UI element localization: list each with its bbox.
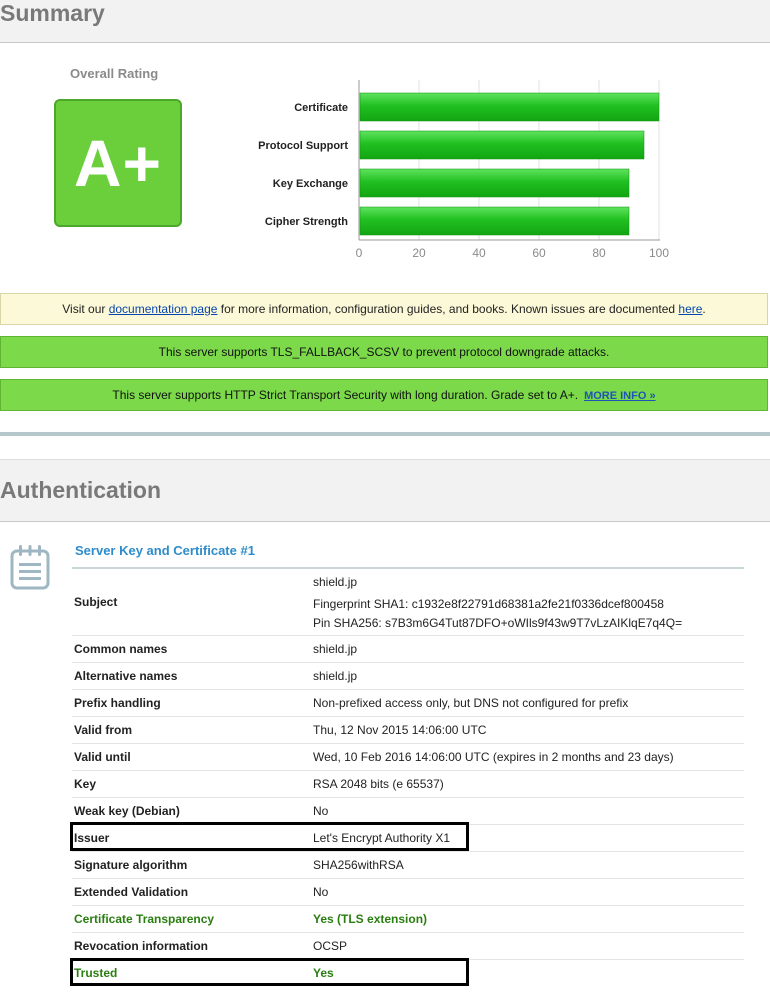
cert-row-label: Revocation information — [74, 939, 209, 953]
cert-row-label: Weak key (Debian) — [74, 804, 180, 818]
grade-badge: A+ — [54, 99, 182, 227]
cert-row: Signature algorithm SHA256withRSA — [72, 851, 744, 879]
cert-row-value: No — [313, 804, 329, 818]
cert-card-title: Server Key and Certificate #1 — [75, 543, 255, 558]
summary-title: Summary — [0, 0, 105, 26]
subject-pin: Pin SHA256: s7B3m6G4Tut87DFO+oWIls9f43w9… — [313, 616, 683, 630]
cert-row-label: Alternative names — [74, 669, 178, 683]
chart-tick-label: 100 — [649, 246, 669, 260]
subject-label: Subject — [74, 595, 118, 609]
chart-bar — [359, 168, 630, 198]
hsts-banner: This server supports HTTP Strict Transpo… — [0, 379, 768, 411]
documentation-banner: Visit our documentation page for more in… — [0, 293, 768, 325]
hsts-text: This server supports HTTP Strict Transpo… — [112, 388, 579, 402]
cert-row-value: No — [313, 885, 329, 899]
fallback-scsv-text: This server supports TLS_FALLBACK_SCSV t… — [158, 345, 610, 359]
trusted-highlight-box — [70, 958, 469, 986]
docs-text-mid: for more information, configuration guid… — [217, 302, 679, 316]
overall-rating-label: Overall Rating — [70, 66, 159, 81]
section-divider — [0, 432, 770, 436]
cert-row-label: Valid from — [74, 723, 133, 737]
cert-row-label: Common names — [74, 642, 168, 656]
chart-bar — [359, 206, 630, 236]
cert-row-label: Certificate Transparency — [74, 912, 215, 926]
cert-row-value: shield.jp — [313, 669, 358, 683]
cert-row-label: Valid until — [74, 750, 131, 764]
chart-tick-label: 20 — [412, 246, 426, 260]
authentication-header: Authentication — [0, 459, 770, 522]
cert-row: Weak key (Debian) No — [72, 797, 744, 825]
chart-tick-label: 0 — [356, 246, 363, 260]
subject-fingerprint: Fingerprint SHA1: c1932e8f22791d68381a2f… — [313, 597, 664, 611]
chart-category-label: Cipher Strength — [265, 216, 348, 228]
cert-row-value: Thu, 12 Nov 2015 14:06:00 UTC — [313, 723, 487, 737]
chart-category-label: Key Exchange — [273, 178, 348, 190]
summary-header: Summary — [0, 0, 770, 43]
chart-tick-label: 60 — [532, 246, 546, 260]
subject-value: shield.jp — [313, 575, 358, 589]
cert-row-value: Non-prefixed access only, but DNS not co… — [313, 696, 629, 710]
chart-tick-label: 80 — [592, 246, 606, 260]
chart-bar — [359, 92, 660, 122]
cert-row-subject: Subject shield.jp Fingerprint SHA1: c193… — [72, 569, 744, 636]
cert-row: Certificate Transparency Yes (TLS extensi… — [72, 905, 744, 933]
cert-row-value: OCSP — [313, 939, 348, 953]
cert-row: Revocation information OCSP — [72, 932, 744, 960]
cert-row-value: Yes (TLS extension) — [313, 912, 428, 926]
docs-text-pre: Visit our — [62, 302, 109, 316]
cert-row-label: Key — [74, 777, 97, 791]
chart-bar — [359, 130, 645, 160]
chart-category-label: Protocol Support — [258, 140, 348, 152]
chart-tick-label: 40 — [472, 246, 486, 260]
cert-row: Key RSA 2048 bits (e 65537) — [72, 770, 744, 798]
cert-row: Prefix handling Non-prefixed access only,… — [72, 689, 744, 717]
fallback-scsv-banner: This server supports TLS_FALLBACK_SCSV t… — [0, 336, 768, 368]
cert-row: Valid from Thu, 12 Nov 2015 14:06:00 UTC — [72, 716, 744, 744]
cert-row: Common names shield.jp — [72, 635, 744, 663]
rating-bar-chart: 0 20 40 60 80 100 Certificate Protocol Support K… — [258, 80, 669, 260]
hsts-more-info-link[interactable]: MORE INFO » — [584, 390, 656, 402]
authentication-title: Authentication — [0, 477, 161, 503]
cert-row-value: RSA 2048 bits (e 65537) — [313, 777, 444, 791]
certificate-icon — [10, 544, 50, 590]
documentation-page-link[interactable]: documentation page — [109, 302, 218, 316]
cert-row-label: Extended Validation — [74, 885, 189, 899]
cert-row-label: Signature algorithm — [74, 858, 188, 872]
known-issues-link[interactable]: here — [678, 302, 702, 316]
cert-row-value: shield.jp — [313, 642, 358, 656]
cert-row-value: Wed, 10 Feb 2016 14:06:00 UTC (expires i… — [313, 750, 674, 764]
issuer-highlight-box — [70, 822, 469, 851]
cert-row-value: SHA256withRSA — [313, 858, 404, 872]
cert-row-label: Prefix handling — [74, 696, 161, 710]
chart-category-label: Certificate — [294, 102, 348, 114]
cert-row: Extended Validation No — [72, 878, 744, 906]
cert-row: Valid until Wed, 10 Feb 2016 14:06:00 UTC… — [72, 743, 744, 771]
docs-text-post: . — [702, 302, 706, 316]
cert-row: Alternative names shield.jp — [72, 662, 744, 690]
